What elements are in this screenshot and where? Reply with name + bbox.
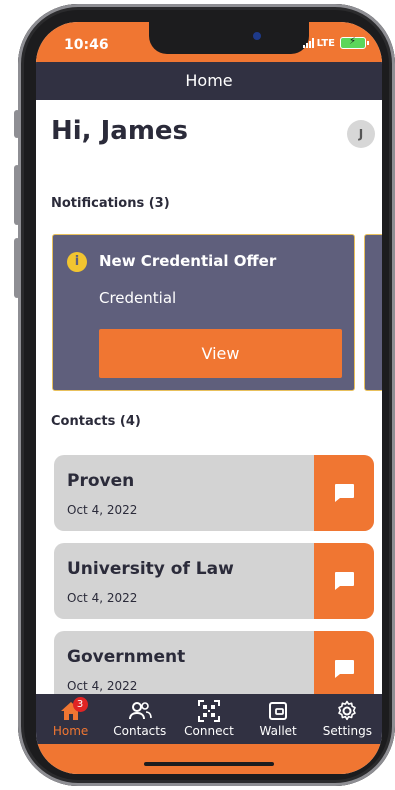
notch (149, 22, 309, 54)
contact-item[interactable]: Proven Oct 4, 2022 (54, 455, 374, 531)
page-title: Home (36, 62, 382, 100)
contact-item[interactable]: University of Law Oct 4, 2022 (54, 543, 374, 619)
gear-icon (336, 700, 358, 722)
qr-code-icon (197, 700, 220, 722)
contact-date: Oct 4, 2022 (67, 591, 138, 605)
info-icon: i (67, 252, 87, 272)
contact-name: Proven (67, 471, 135, 491)
wallet-icon (268, 700, 288, 722)
home-indicator[interactable] (144, 762, 274, 766)
notifications-title: Notifications (3) (51, 196, 170, 211)
notification-title: New Credential Offer (99, 252, 277, 270)
status-time: 10:46 (64, 37, 109, 53)
tab-connect[interactable]: Connect (175, 700, 243, 738)
contact-name: University of Law (67, 559, 234, 579)
chat-icon (335, 484, 354, 502)
signal-icon (302, 38, 314, 48)
greeting-text: Hi, James (51, 116, 189, 146)
contact-date: Oct 4, 2022 (67, 679, 138, 693)
tab-settings[interactable]: Settings (313, 700, 381, 738)
contact-name: Government (67, 647, 186, 667)
status-indicators: LTE ⚡ (302, 36, 369, 49)
tab-contacts[interactable]: Contacts (106, 700, 174, 738)
contacts-icon (128, 700, 152, 722)
status-bar: 10:46 LTE ⚡ (36, 22, 382, 62)
view-button[interactable]: View (99, 329, 342, 378)
tab-home[interactable]: 3 Home (37, 697, 105, 738)
chat-icon (335, 660, 354, 678)
tab-label: Connect (184, 724, 234, 738)
bottom-strip (36, 744, 382, 774)
notification-subtitle: Credential (99, 289, 177, 307)
battery-icon: ⚡ (340, 36, 369, 49)
tab-label: Settings (322, 724, 372, 738)
phone-screen: 10:46 LTE ⚡ Home Hi, James J Notificatio… (36, 22, 382, 774)
avatar[interactable]: J (347, 120, 375, 148)
next-notification-card[interactable] (364, 234, 382, 391)
chat-button[interactable] (314, 543, 374, 619)
notification-badge: 3 (72, 697, 88, 712)
tab-label: Home (52, 724, 89, 738)
chat-button[interactable] (314, 455, 374, 531)
network-label: LTE (316, 37, 335, 49)
home-content[interactable]: Hi, James J Notifications (3) i New Cred… (36, 100, 382, 716)
tab-label: Wallet (259, 724, 297, 738)
contact-date: Oct 4, 2022 (67, 503, 138, 517)
camera-icon (253, 32, 261, 40)
contacts-title: Contacts (4) (51, 414, 141, 429)
chat-icon (335, 572, 354, 590)
notification-card[interactable]: i New Credential Offer Credential View (52, 234, 355, 391)
tab-wallet[interactable]: Wallet (244, 700, 312, 738)
tab-label: Contacts (113, 724, 167, 738)
tab-bar: 3 Home Contacts Connect Wallet Settings (36, 694, 382, 744)
